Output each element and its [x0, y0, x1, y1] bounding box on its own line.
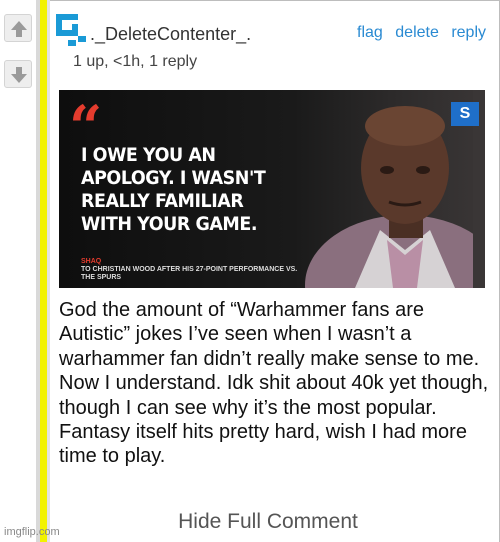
pixel-avatar-icon[interactable]: [56, 14, 86, 48]
hide-full-comment-label[interactable]: Hide Full Comment: [142, 510, 358, 533]
comment-username[interactable]: ._DeleteContenter_.: [90, 24, 251, 45]
reply-link[interactable]: reply: [451, 24, 486, 41]
comment-meta: 1 up, <1h, 1 reply: [73, 53, 198, 70]
meme-credit-line: TO CHRISTIAN WOOD AFTER HIS 27-POINT PER…: [81, 266, 298, 281]
vote-column: [0, 0, 36, 542]
upvote-button[interactable]: [4, 14, 32, 42]
flag-link[interactable]: flag: [357, 24, 383, 41]
comment-actions: flag delete reply: [349, 24, 486, 42]
meme-credit-name: SHAQ: [81, 258, 102, 265]
meme-image[interactable]: “ I OWE YOU AN APOLOGY. I WASN'T REALLY …: [59, 90, 485, 288]
comment-body: God the amount of “Warhammer fans are Au…: [59, 299, 489, 468]
thread-stripe-inner: [47, 0, 50, 542]
hide-full-comment-button[interactable]: Hide Full Comment: [0, 510, 500, 534]
downvote-button[interactable]: [4, 60, 32, 88]
top-border: [36, 0, 500, 1]
arrow-up-icon: [11, 21, 27, 37]
delete-link[interactable]: delete: [395, 24, 439, 41]
arrow-down-icon: [11, 67, 27, 83]
imgflip-watermark: imgflip.com: [4, 526, 60, 538]
meme-credit: SHAQ TO CHRISTIAN WOOD AFTER HIS 27-POIN…: [81, 258, 301, 282]
meme-logo: S: [451, 102, 479, 126]
meme-quote: I OWE YOU AN APOLOGY. I WASN'T REALLY FA…: [81, 144, 266, 235]
thread-stripe-highlight: [40, 0, 47, 542]
